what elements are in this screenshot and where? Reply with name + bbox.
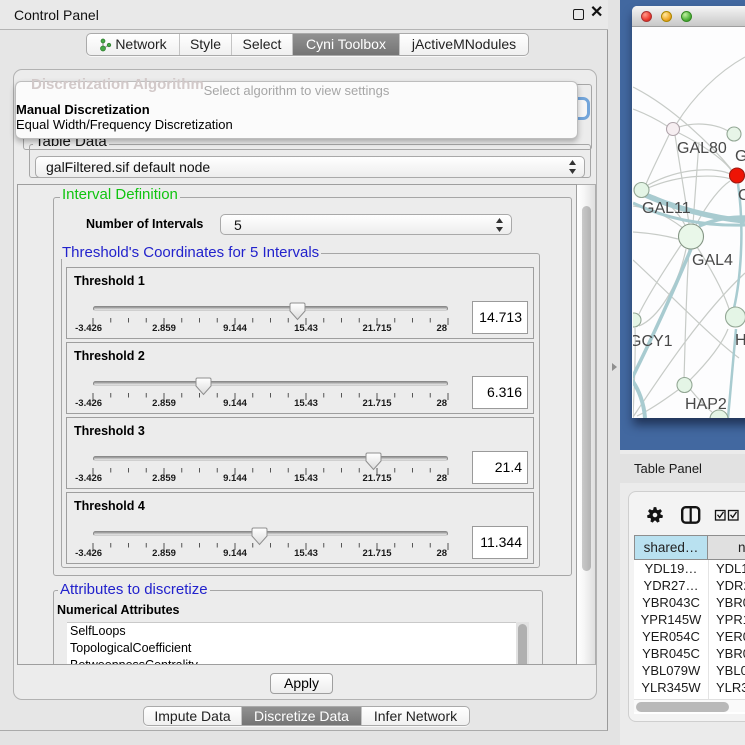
svg-text:GAL4: GAL4: [692, 252, 733, 269]
svg-text:GCY1: GCY1: [633, 333, 673, 350]
svg-text:GAL80: GAL80: [677, 140, 727, 157]
svg-text:GAL11: GAL11: [642, 200, 691, 217]
svg-text:G.: G.: [735, 148, 745, 165]
svg-text:C: C: [738, 187, 745, 204]
svg-text:HAP2: HAP2: [685, 396, 727, 413]
svg-text:H: H: [735, 332, 745, 349]
